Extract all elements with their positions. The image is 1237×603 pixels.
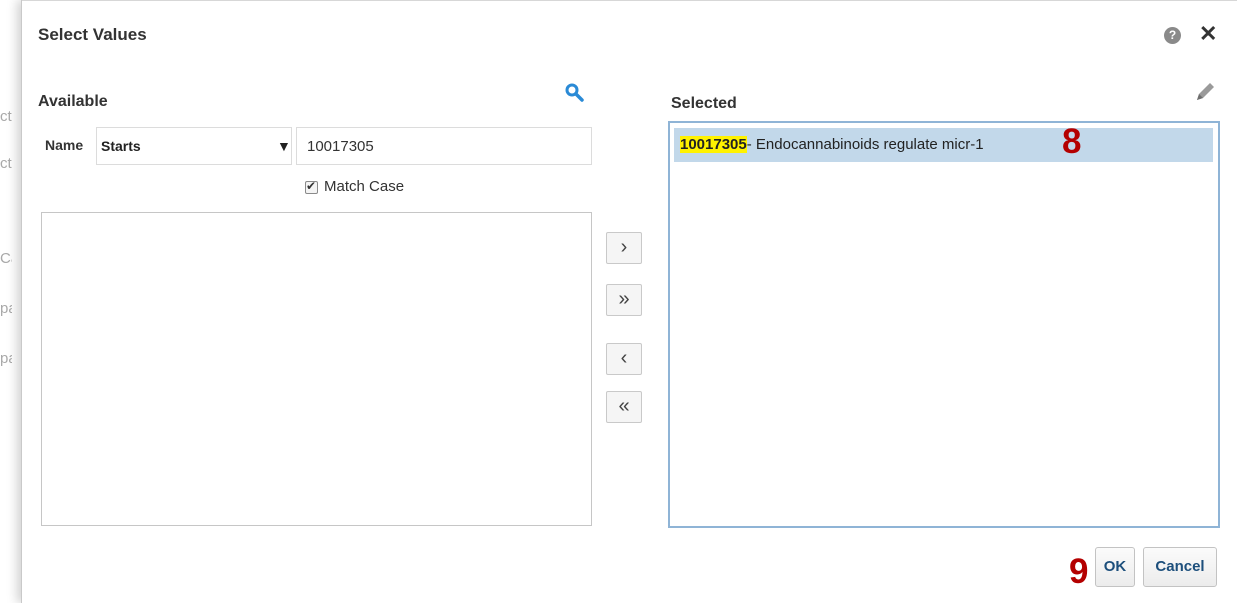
background-text-fragment: pa — [0, 350, 12, 367]
chevron-down-icon: ▼ — [277, 138, 291, 154]
remove-button[interactable]: ‹ — [606, 343, 642, 375]
background-text-fragment: pa — [0, 300, 12, 317]
cancel-button[interactable]: Cancel — [1143, 547, 1217, 587]
move-all-button[interactable]: » — [606, 284, 642, 316]
operator-select[interactable]: Starts ▼ — [96, 127, 292, 165]
step-annotation-8: 8 — [1062, 122, 1082, 161]
list-item-text: - Endocannabinoids regulate micr-1 — [746, 136, 984, 153]
match-case-label: Match Case — [324, 178, 405, 195]
match-highlight: 10017305 — [680, 136, 747, 153]
list-item[interactable]: 10017305- Endocannabinoids regulate micr… — [674, 128, 1213, 162]
name-label: Name — [45, 137, 84, 153]
dialog-title: Select Values — [38, 25, 147, 44]
move-button[interactable]: › — [606, 232, 642, 264]
step-annotation-9: 9 — [1069, 552, 1089, 591]
selected-values-list[interactable]: 10017305- Endocannabinoids regulate micr… — [668, 121, 1220, 528]
dialog-titlebar: Select Values ? ✕ — [22, 0, 1237, 71]
operator-selected-value: Starts — [101, 138, 141, 154]
match-case-checkbox[interactable] — [305, 179, 318, 194]
ok-button[interactable]: OK — [1095, 547, 1135, 587]
available-heading: Available — [38, 93, 108, 110]
background-text-fragment: Ca — [0, 250, 12, 267]
background-text-fragment: ct l — [0, 155, 12, 172]
select-values-dialog: Select Values ? ✕ Available Name Starts … — [21, 0, 1237, 603]
pencil-icon[interactable] — [1193, 80, 1217, 104]
remove-all-button[interactable]: « — [606, 391, 642, 423]
search-icon[interactable] — [564, 82, 586, 104]
close-icon[interactable]: ✕ — [1199, 21, 1217, 47]
selected-heading: Selected — [671, 95, 737, 112]
search-value-input[interactable] — [296, 127, 592, 165]
help-icon[interactable]: ? — [1164, 27, 1181, 44]
background-text-fragment: ct — [0, 108, 12, 125]
available-values-list[interactable] — [41, 212, 592, 526]
